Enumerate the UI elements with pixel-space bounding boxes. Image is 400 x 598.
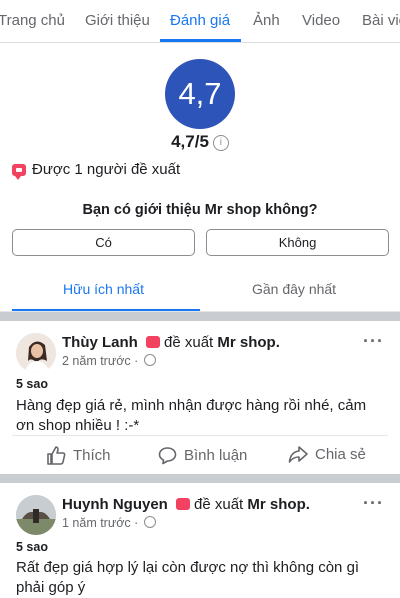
- more-options-icon[interactable]: ···: [363, 493, 384, 514]
- tab-home[interactable]: Trang chủ: [0, 12, 65, 29]
- globe-icon: [143, 516, 156, 528]
- recommend-question: Bạn có giới thiệu Mr shop không?: [82, 202, 318, 218]
- like-label: Thích: [73, 447, 111, 464]
- review-action: đề xuất: [164, 334, 214, 351]
- reviewer-name[interactable]: Thùy Lanh: [62, 334, 138, 351]
- info-icon[interactable]: i: [212, 135, 229, 151]
- tab-videos[interactable]: Video: [302, 12, 340, 29]
- rating-score: 4,7/5: [171, 132, 209, 151]
- divider: [12, 435, 388, 436]
- recommend-icon: [176, 498, 191, 510]
- reviewer-name[interactable]: Huynh Nguyen: [62, 496, 168, 513]
- section-separator: [0, 474, 400, 483]
- review-author-line: Thùy Lanh đề xuất Mr shop.: [62, 334, 280, 351]
- tab-posts[interactable]: Bài viế: [362, 12, 400, 29]
- sort-most-recent[interactable]: Gần đây nhất: [252, 281, 336, 297]
- recommend-count-text: Được 1 người đề xuất: [32, 161, 181, 178]
- recommend-icon: [12, 163, 26, 180]
- review-time-line: 2 năm trước ·: [62, 354, 156, 368]
- tab-reviews[interactable]: Đánh giá: [170, 12, 230, 29]
- avatar[interactable]: [16, 333, 56, 373]
- share-icon: [288, 446, 308, 463]
- more-options-icon[interactable]: ···: [363, 331, 384, 352]
- active-tab-indicator: [160, 39, 241, 42]
- review-text: Hàng đẹp giá rẻ, mình nhận được hàng rồi…: [16, 397, 367, 434]
- globe-icon: [143, 354, 156, 366]
- tab-about[interactable]: Giới thiệu: [85, 12, 150, 29]
- comment-label: Bình luận: [184, 447, 248, 464]
- avatar[interactable]: [16, 495, 56, 535]
- comment-icon: [158, 447, 177, 465]
- page-name-link[interactable]: Mr shop.: [217, 334, 280, 351]
- tab-photos[interactable]: Ảnh: [253, 12, 280, 29]
- no-button[interactable]: Không: [206, 229, 389, 256]
- recommend-count: Được 1 người đề xuất: [12, 161, 181, 180]
- recommend-icon: [146, 336, 160, 348]
- rating-summary: 4,7/5 i: [0, 132, 400, 152]
- share-button[interactable]: Chia sẻ: [288, 446, 366, 463]
- rating-badge: 4,7: [165, 59, 235, 129]
- review-text: Rất đẹp giá hợp lý lại còn được nợ thì k…: [16, 559, 360, 596]
- page-tabs: Trang chủ Giới thiệu Đánh giá Ảnh Video …: [0, 0, 400, 43]
- share-label: Chia sẻ: [315, 446, 366, 463]
- comment-button[interactable]: Bình luận: [158, 446, 247, 465]
- page-name-link[interactable]: Mr shop.: [247, 496, 310, 513]
- review-time[interactable]: 2 năm trước ·: [62, 354, 138, 368]
- yes-button[interactable]: Có: [12, 229, 195, 256]
- review-time-line: 1 năm trước ·: [62, 516, 156, 530]
- sort-most-helpful[interactable]: Hữu ích nhất: [63, 281, 144, 297]
- review-stars: 5 sao: [16, 540, 48, 554]
- review-action: đề xuất: [194, 496, 244, 513]
- like-icon: [47, 446, 66, 465]
- like-button[interactable]: Thích: [46, 446, 111, 465]
- section-separator: [0, 312, 400, 321]
- review-time[interactable]: 1 năm trước ·: [62, 516, 138, 530]
- review-author-line: Huynh Nguyen đề xuất Mr shop.: [62, 496, 310, 513]
- review-stars: 5 sao: [16, 377, 48, 391]
